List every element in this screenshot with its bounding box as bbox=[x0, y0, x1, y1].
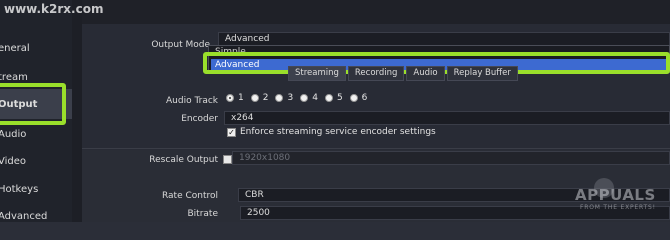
output-mode-label: Output Mode bbox=[151, 40, 210, 50]
sidebar-scrollbar[interactable] bbox=[72, 0, 82, 222]
sidebar-item-label: Audio bbox=[0, 128, 27, 140]
top-bar bbox=[82, 0, 670, 24]
rate-control-label: Rate Control bbox=[161, 191, 218, 201]
sidebar-item-hotkeys[interactable]: Hotkeys bbox=[0, 174, 72, 204]
output-tabs: Streaming Recording Audio Replay Buffer bbox=[288, 66, 520, 81]
audio-track-radio-3[interactable]: 3 bbox=[275, 93, 293, 103]
rescale-checkbox[interactable] bbox=[223, 155, 232, 164]
output-mode-select[interactable]: Advanced bbox=[218, 32, 670, 46]
sidebar-item-label: Advanced bbox=[0, 210, 48, 222]
tab-audio[interactable]: Audio bbox=[406, 66, 445, 81]
radio-dot-icon bbox=[226, 94, 234, 102]
audio-track-radio-4[interactable]: 4 bbox=[300, 93, 318, 103]
rescale-resolution-select[interactable]: 1920x1080 bbox=[232, 151, 670, 165]
audio-track-radio-5[interactable]: 5 bbox=[324, 93, 343, 103]
encoder-select[interactable]: x264 bbox=[224, 111, 670, 125]
sidebar-item-advanced[interactable]: Advanced bbox=[0, 201, 72, 222]
tab-recording[interactable]: Recording bbox=[347, 66, 405, 81]
audio-track-radio-6[interactable]: 6 bbox=[349, 93, 368, 103]
enforce-label: Enforce streaming service encoder settin… bbox=[240, 127, 436, 137]
bitrate-label: Bitrate bbox=[187, 209, 219, 219]
radio-label: 5 bbox=[336, 93, 343, 103]
radio-label: 6 bbox=[361, 93, 368, 103]
encoder-label: Encoder bbox=[181, 114, 218, 124]
site-watermark: www.k2rx.com bbox=[4, 2, 104, 16]
sidebar-item-general[interactable]: eneral bbox=[0, 33, 72, 63]
radio-label: 1 bbox=[238, 93, 244, 103]
rescale-output-label: Rescale Output bbox=[149, 155, 218, 165]
sidebar-item-label: Hotkeys bbox=[0, 183, 39, 195]
radio-dot-icon bbox=[324, 94, 333, 102]
tab-streaming[interactable]: Streaming bbox=[288, 66, 346, 81]
tab-replay-buffer[interactable]: Replay Buffer bbox=[446, 66, 518, 81]
radio-dot-icon bbox=[300, 94, 309, 102]
audio-track-label: Audio Track bbox=[166, 96, 218, 106]
audio-track-radios: 1 2 3 4 5 6 bbox=[226, 93, 374, 103]
audio-track-radio-2[interactable]: 2 bbox=[250, 93, 269, 103]
radio-dot-icon bbox=[349, 94, 358, 102]
sidebar-item-video[interactable]: Video bbox=[0, 146, 72, 176]
radio-label: 4 bbox=[312, 93, 318, 103]
obs-settings-window: eneral tream Output Audio Video Hotkeys … bbox=[0, 0, 670, 222]
enforce-checkbox[interactable]: ✓ bbox=[227, 128, 236, 137]
radio-label: 2 bbox=[262, 93, 269, 103]
radio-label: 3 bbox=[287, 93, 294, 103]
output-highlight-frame bbox=[0, 83, 66, 125]
sidebar-item-label: Video bbox=[0, 155, 27, 167]
sidebar-item-label: eneral bbox=[0, 42, 30, 54]
radio-dot-icon bbox=[250, 94, 259, 102]
appuals-logo: APPUALS bbox=[575, 186, 656, 204]
appuals-tagline: FROM THE EXPERTS! bbox=[580, 204, 656, 211]
sidebar-item-label: tream bbox=[0, 71, 28, 83]
section-divider bbox=[82, 148, 670, 149]
radio-dot-icon bbox=[275, 94, 284, 102]
audio-track-radio-1[interactable]: 1 bbox=[226, 93, 244, 103]
